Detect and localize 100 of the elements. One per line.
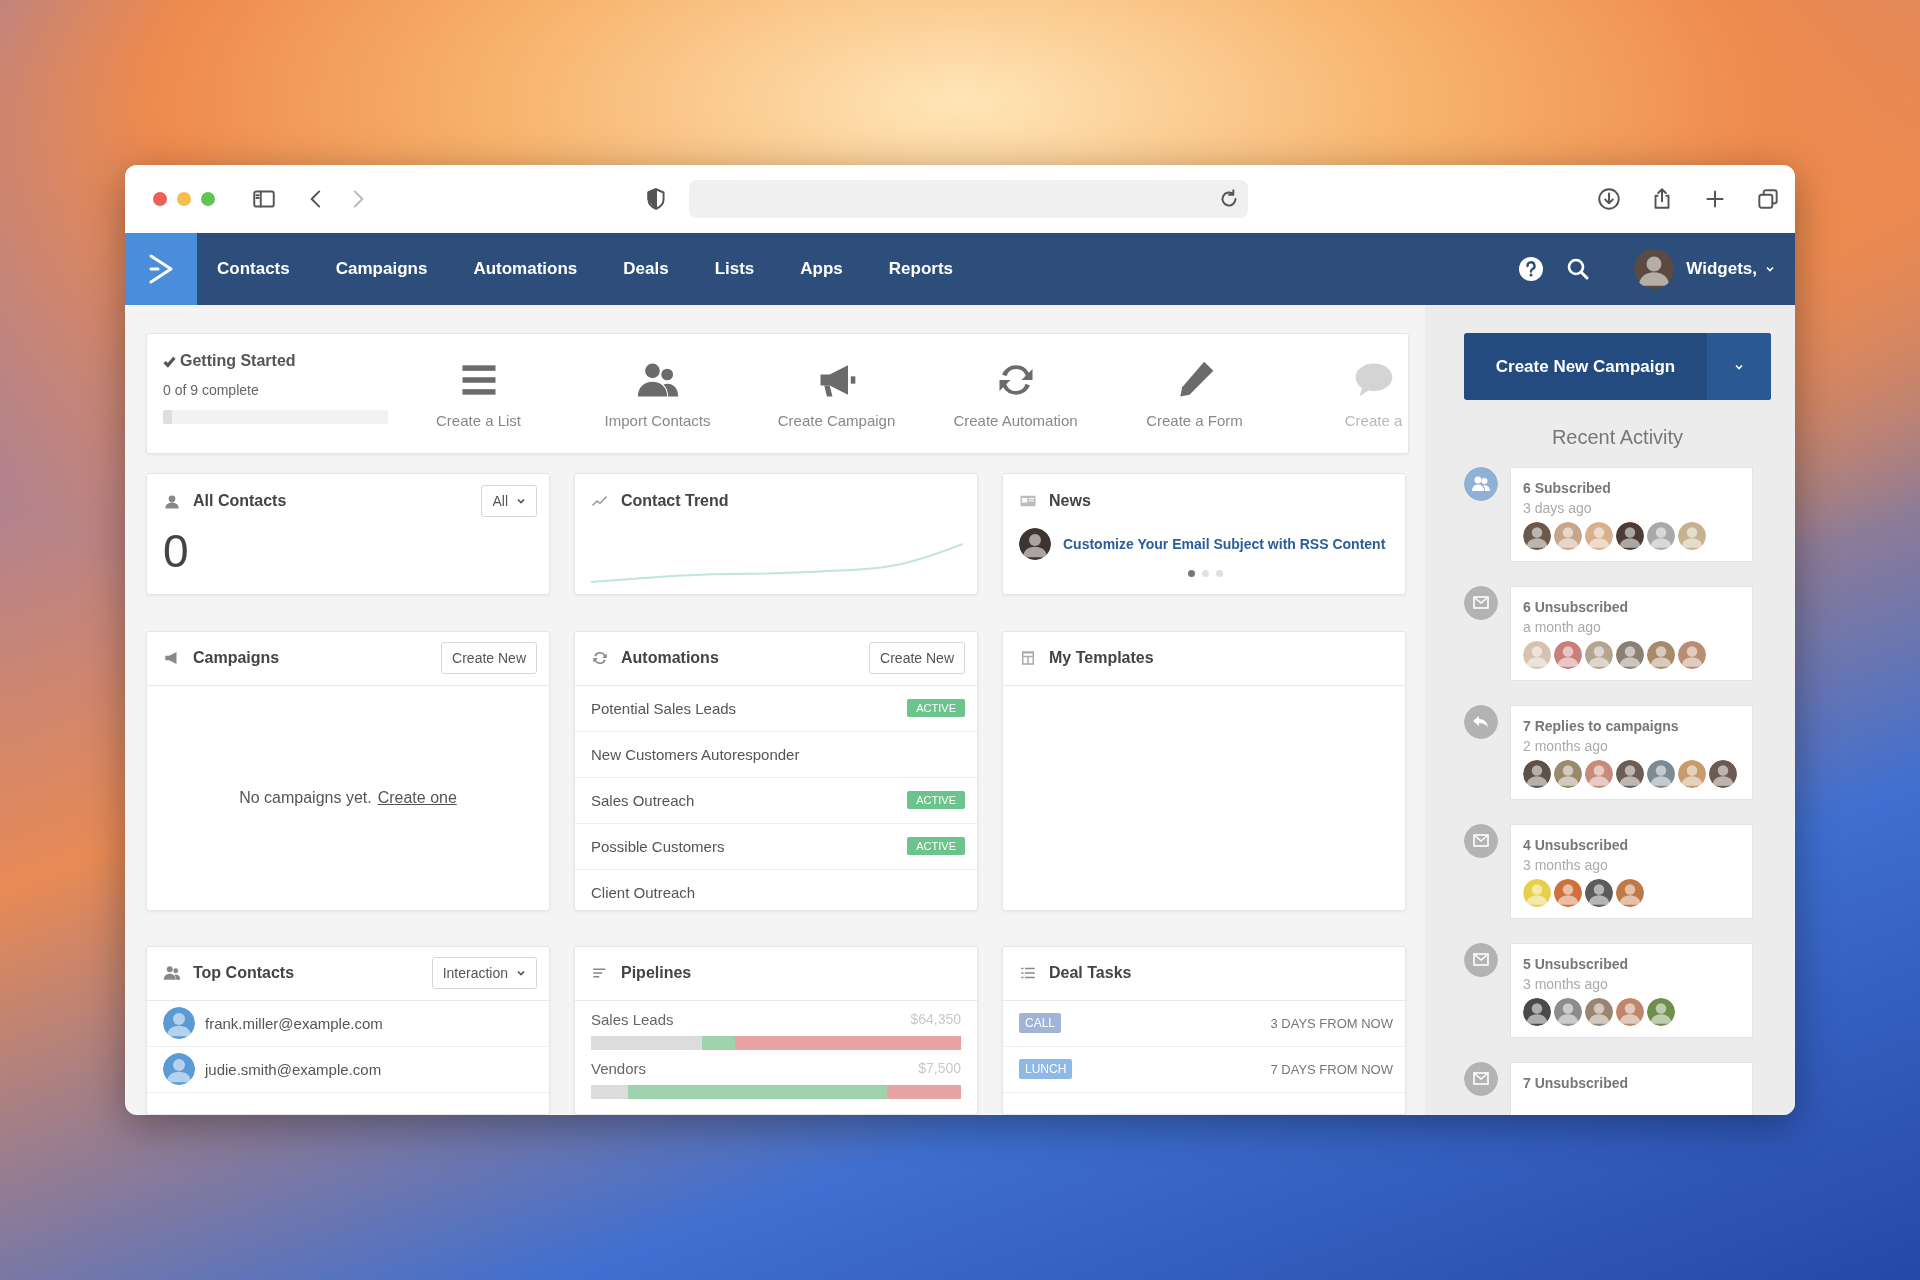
carousel-dot[interactable]	[1201, 570, 1209, 578]
avatar	[1523, 641, 1551, 669]
nav-link[interactable]: Lists	[710, 253, 759, 285]
download-icon[interactable]	[1596, 186, 1622, 212]
close-button[interactable]	[153, 192, 167, 206]
people-icon	[1464, 467, 1498, 501]
create-link[interactable]: Create one	[377, 789, 457, 808]
carousel-dot[interactable]	[1215, 570, 1223, 578]
action-link[interactable]: Create a List	[435, 412, 521, 430]
avatar	[1585, 998, 1613, 1026]
avatar	[1678, 522, 1706, 550]
activity-time: 3 months ago	[1523, 976, 1609, 992]
avatar	[1634, 249, 1675, 289]
action-link[interactable]: Create a Form	[1146, 412, 1243, 430]
avatar	[1616, 998, 1644, 1026]
search-icon[interactable]	[1566, 257, 1591, 281]
create-campaign-button[interactable]: Create New Campaign	[1464, 333, 1771, 400]
envelope-icon	[1464, 586, 1498, 620]
card-title: Automations	[621, 649, 719, 668]
card-title: Deal Tasks	[1049, 964, 1132, 983]
progress-text: 0 of 9 complete	[163, 382, 260, 398]
avatar	[1523, 998, 1551, 1026]
avatar	[1523, 879, 1551, 907]
due-date: 7 DAYS FROM NOW	[1270, 1061, 1393, 1077]
avatar	[1585, 641, 1613, 669]
avatar	[1647, 760, 1675, 788]
avatar	[1523, 760, 1551, 788]
card-title: Getting Started	[180, 352, 296, 370]
avatar	[1616, 879, 1644, 907]
activity-card[interactable]: 5 Unsubscribed 3 months ago	[1510, 943, 1753, 1038]
task-tag: CALL	[1019, 1013, 1062, 1034]
avatar	[1585, 760, 1613, 788]
card-title: News	[1049, 492, 1091, 511]
avatar	[1585, 522, 1613, 550]
avatar	[1616, 522, 1644, 550]
action-link[interactable]: Create Automation	[953, 412, 1078, 430]
activity-title: 7 Unsubscribed	[1523, 1075, 1630, 1091]
nav-link[interactable]: Automations	[469, 253, 582, 285]
activity-title: 6 Subscribed	[1523, 480, 1612, 496]
automation-name[interactable]: Potential Sales Leads	[591, 699, 737, 717]
automation-name[interactable]: Client Outreach	[591, 883, 696, 901]
nav-link[interactable]: Campaigns	[331, 253, 432, 285]
nav-link[interactable]: Reports	[884, 253, 958, 285]
activity-card[interactable]: 4 Unsubscribed 3 months ago	[1510, 824, 1753, 919]
envelope-icon	[1464, 1062, 1498, 1096]
card-title: Contact Trend	[621, 492, 729, 511]
avatar	[1647, 998, 1675, 1026]
pipeline-name[interactable]: Vendors	[591, 1059, 647, 1077]
create-new-button[interactable]: Create New	[869, 642, 965, 675]
help-icon[interactable]	[1518, 256, 1545, 282]
activity-card[interactable]: 7 Replies to campaigns 2 months ago	[1510, 705, 1753, 800]
logo-icon[interactable]	[125, 233, 197, 305]
activity-title: 5 Unsubscribed	[1523, 956, 1630, 972]
create-new-button[interactable]: Create New	[441, 642, 537, 675]
activity-time: 2 months ago	[1523, 738, 1609, 754]
nav-link[interactable]: Apps	[796, 253, 847, 285]
account-name[interactable]: Widgets,	[1686, 259, 1757, 279]
automation-name[interactable]: Sales Outreach	[591, 791, 695, 809]
card-title: My Templates	[1049, 649, 1154, 668]
avatar	[1554, 522, 1582, 550]
avatar	[1616, 641, 1644, 669]
automation-name[interactable]: New Customers Autoresponder	[591, 745, 800, 763]
activity-title: 7 Replies to campaigns	[1523, 718, 1680, 734]
contact-count: 0	[162, 528, 190, 575]
reply-icon	[1464, 705, 1498, 739]
avatar	[1554, 760, 1582, 788]
activity-time: 3 months ago	[1523, 857, 1609, 873]
automation-name[interactable]: Possible Customers	[591, 837, 725, 855]
avatar	[1554, 879, 1582, 907]
avatar	[1523, 522, 1551, 550]
avatar	[1585, 879, 1613, 907]
activity-card[interactable]: 6 Subscribed 3 days ago	[1510, 467, 1753, 562]
avatar	[1647, 641, 1675, 669]
card-title: Top Contacts	[193, 964, 295, 983]
envelope-icon	[1464, 824, 1498, 858]
contact-email[interactable]: frank.miller@example.com	[205, 1014, 383, 1032]
tabs-icon[interactable]	[1755, 186, 1781, 212]
card-title: All Contacts	[193, 492, 287, 511]
pipeline-name[interactable]: Sales Leads	[591, 1010, 674, 1028]
filter-dropdown[interactable]: All	[481, 485, 537, 518]
nav-link[interactable]: Deals	[619, 253, 673, 285]
activity-card[interactable]: 7 Unsubscribed	[1510, 1062, 1753, 1115]
activity-title: 6 Unsubscribed	[1523, 599, 1630, 615]
task-tag: LUNCH	[1019, 1059, 1073, 1080]
contact-email[interactable]: judie.smith@example.com	[205, 1060, 382, 1078]
address-field[interactable]	[689, 180, 1248, 218]
avatar	[1678, 641, 1706, 669]
sort-dropdown[interactable]: Interaction	[431, 957, 537, 990]
avatar	[163, 1053, 195, 1086]
avatar	[1709, 760, 1737, 788]
activity-card[interactable]: 6 Unsubscribed a month ago	[1510, 586, 1753, 681]
news-link[interactable]: Customize Your Email Subject with RSS Content	[1063, 536, 1386, 553]
people-icon	[163, 964, 181, 983]
action-link[interactable]: Import Contacts	[604, 412, 711, 430]
carousel-dot[interactable]	[1187, 570, 1195, 578]
avatar	[1647, 522, 1675, 550]
activity-time: a month ago	[1523, 619, 1602, 635]
action-link[interactable]: Create Campaign	[777, 412, 896, 430]
card-title: Pipelines	[621, 964, 692, 983]
nav-link[interactable]: Contacts	[213, 253, 294, 285]
